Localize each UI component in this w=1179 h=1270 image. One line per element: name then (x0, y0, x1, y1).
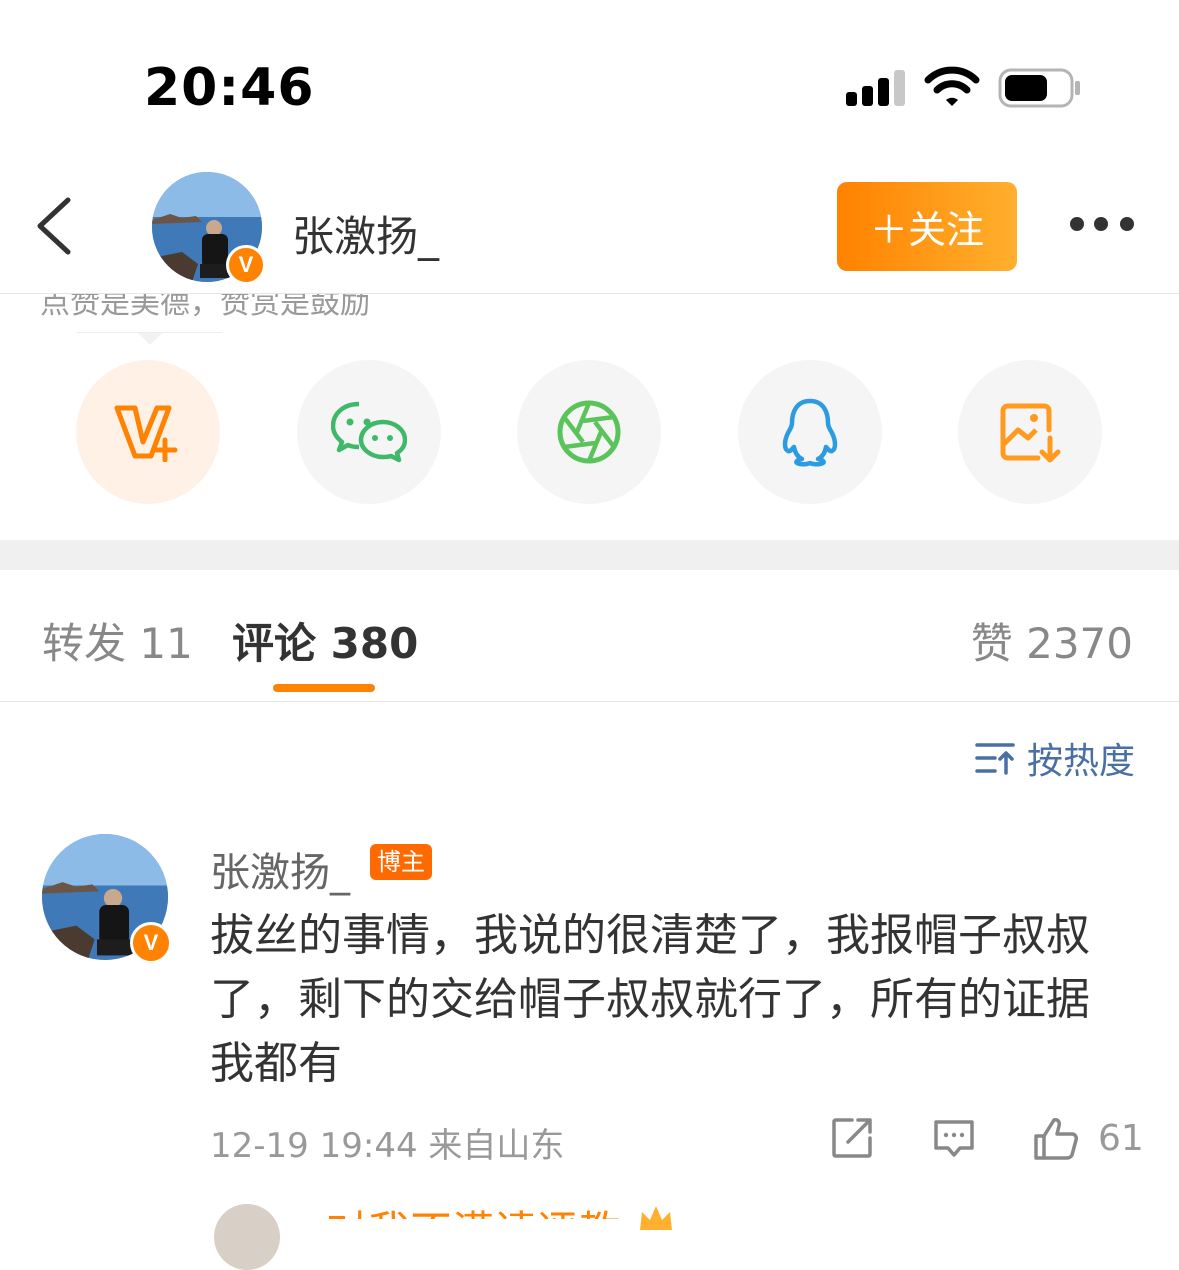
share-comment-icon[interactable] (830, 1116, 874, 1160)
comment-like-count: 61 (1098, 1118, 1144, 1159)
sort-label: 按热度 (1026, 741, 1135, 782)
sort-icon (975, 743, 1015, 775)
comment-verified-badge-icon: V (130, 922, 172, 964)
more-options-icon[interactable] (1068, 212, 1138, 238)
save-image-icon (1000, 403, 1061, 463)
share-weibo-vplus-button[interactable] (76, 360, 220, 504)
tabs-divider (0, 701, 1179, 702)
moments-icon (557, 400, 621, 464)
appreciation-hint: 点赞是美德，赞赏是鼓励 (40, 294, 370, 316)
share-wechat-button[interactable] (297, 360, 441, 504)
like-thumb-icon[interactable] (1032, 1116, 1080, 1162)
sort-by-hot-button[interactable]: 按热度 (975, 732, 1135, 784)
tab-comments[interactable]: 评论 380 (232, 610, 418, 671)
comment-author[interactable]: 张激扬_ (210, 840, 350, 898)
next-comment-author[interactable]: 对我不满请评教 (326, 1198, 620, 1219)
header-username[interactable]: 张激扬_ (292, 203, 439, 264)
crown-badge-icon (640, 1206, 672, 1230)
share-moments-button[interactable] (517, 360, 661, 504)
tab-repost[interactable]: 转发 11 (42, 610, 193, 671)
back-arrow-icon[interactable] (34, 196, 74, 256)
battery-icon (998, 68, 1080, 108)
tab-likes[interactable]: 赞 2370 (971, 610, 1133, 671)
active-tab-indicator (273, 684, 375, 692)
section-separator (0, 540, 1179, 570)
follow-button[interactable]: ＋关注 (837, 182, 1017, 271)
comment-meta: 12-19 19:44 来自山东 (210, 1126, 565, 1166)
comment-text: 拔丝的事情，我说的很清楚了，我报帽子叔叔了，剩下的交给帽子叔叔就行了，所有的证据… (210, 910, 1090, 1089)
save-image-button[interactable] (958, 360, 1102, 504)
weibo-vplus-icon (114, 405, 178, 462)
qq-icon (782, 398, 838, 467)
tooltip-arrow (138, 333, 162, 345)
author-tag-badge: 博主 (370, 844, 432, 880)
cellular-signal-icon (846, 70, 906, 106)
verified-badge-icon: V (226, 245, 266, 285)
wechat-icon (331, 401, 407, 463)
reply-comment-icon[interactable] (932, 1116, 976, 1160)
next-comment-avatar[interactable] (214, 1204, 280, 1270)
wifi-icon (924, 66, 980, 106)
status-time: 20:46 (144, 58, 315, 118)
share-qq-button[interactable] (738, 360, 882, 504)
